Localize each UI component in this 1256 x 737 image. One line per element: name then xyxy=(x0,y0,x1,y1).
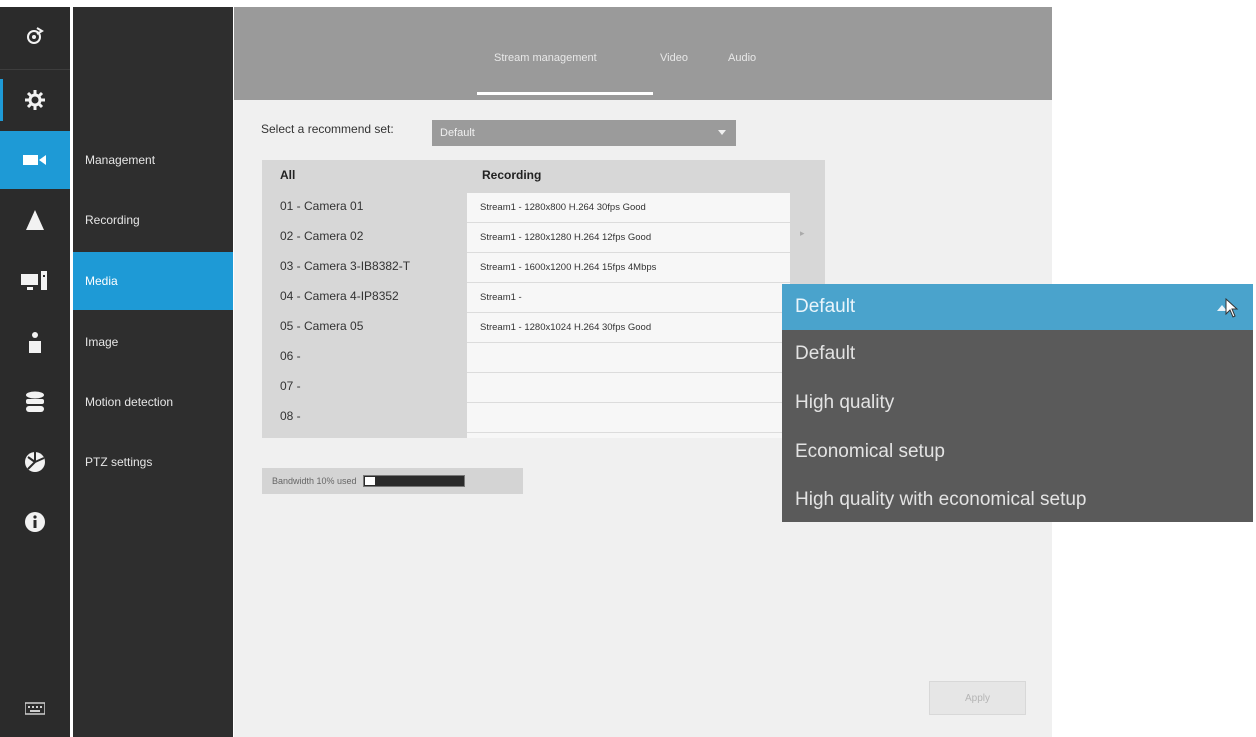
menu-item-label: Recording xyxy=(85,213,140,227)
menu-item-label: Motion detection xyxy=(85,395,174,409)
menu-item-label: PTZ settings xyxy=(85,455,153,469)
recording-stream-select[interactable]: Stream1 - 1280x1024 H.264 30fps Good xyxy=(467,313,790,343)
menu-item-management[interactable]: Management xyxy=(73,131,233,189)
recommend-set-label: Select a recommend set: xyxy=(261,122,394,136)
recording-stream-cells: Stream1 - 1280x800 H.264 30fps Good Stre… xyxy=(467,193,790,438)
menu-item-motion-detection[interactable]: Motion detection xyxy=(73,373,233,431)
camera-stream-table: All Recording 01 - Camera 01 02 - Camera… xyxy=(262,160,825,438)
storage-icon[interactable] xyxy=(0,373,70,431)
dropdown-selected-option[interactable]: Default xyxy=(782,284,1253,330)
camera-name: 03 - Camera 3-IB8382-T xyxy=(280,259,411,273)
camera-name: 04 - Camera 4-IP8352 xyxy=(280,289,399,303)
recording-stream-select[interactable] xyxy=(467,403,790,433)
bandwidth-bar-fill xyxy=(364,477,375,485)
settings-gear-icon[interactable] xyxy=(0,71,70,129)
column-header-recording: Recording xyxy=(482,168,542,182)
menu-item-ptz-settings[interactable]: PTZ settings xyxy=(73,433,233,491)
camera-icon[interactable] xyxy=(0,131,70,189)
recording-stream-select[interactable]: Stream1 - 1600x1200 H.264 15fps 4Mbps xyxy=(467,253,790,283)
tab-video[interactable]: Video xyxy=(660,52,688,64)
recommend-set-value: Default xyxy=(440,127,475,139)
chevron-down-icon xyxy=(718,130,726,135)
recommend-set-dropdown[interactable]: Default xyxy=(432,120,736,146)
camera-name: 05 - Camera 05 xyxy=(280,319,364,333)
dropdown-option[interactable]: Default xyxy=(795,343,855,365)
dropdown-selected-label: Default xyxy=(795,296,856,317)
recording-stream-select[interactable]: Stream1 - 1280x800 H.264 30fps Good xyxy=(467,193,790,223)
keyboard-icon[interactable] xyxy=(0,679,70,737)
bandwidth-bar xyxy=(362,475,465,487)
camera-name: 01 - Camera 01 xyxy=(280,199,364,213)
camera-name: 06 - xyxy=(280,349,301,363)
recording-stream-select[interactable]: Stream1 - 1280x1280 H.264 12fps Good xyxy=(467,223,790,253)
camera-name: 02 - Camera 02 xyxy=(280,229,364,243)
active-tab-indicator xyxy=(477,92,653,95)
menu-item-image[interactable]: Image xyxy=(73,313,233,371)
camera-name: 07 - xyxy=(280,379,301,393)
tab-stream-management[interactable]: Stream management xyxy=(494,52,597,64)
menu-item-recording[interactable]: Recording xyxy=(73,191,233,249)
settings-menu: Management Recording Media Image Motion … xyxy=(73,7,233,737)
apply-button[interactable]: Apply xyxy=(929,681,1026,715)
chevron-right-icon[interactable]: ▸ xyxy=(800,228,805,239)
recommend-set-dropdown-list: Default Default High quality Economical … xyxy=(782,284,1253,522)
mouse-cursor-icon xyxy=(1225,298,1239,318)
display-icon[interactable] xyxy=(0,252,70,310)
tab-audio[interactable]: Audio xyxy=(728,52,756,64)
network-icon[interactable] xyxy=(0,433,70,491)
menu-item-label: Media xyxy=(85,274,118,288)
tab-bar: Stream management Video Audio xyxy=(234,7,1052,100)
alert-icon[interactable] xyxy=(0,191,70,249)
recording-stream-select[interactable] xyxy=(467,373,790,403)
icon-rail xyxy=(0,7,70,737)
menu-item-label: Image xyxy=(85,335,119,349)
logout-icon[interactable] xyxy=(0,7,70,65)
dropdown-option[interactable]: Economical setup xyxy=(795,441,945,463)
user-icon[interactable] xyxy=(0,313,70,371)
dropdown-option[interactable]: High quality xyxy=(795,392,894,414)
menu-item-media[interactable]: Media xyxy=(73,252,233,310)
bandwidth-indicator: Bandwidth 10% used xyxy=(262,468,523,494)
menu-item-label: Management xyxy=(85,153,156,167)
info-icon[interactable] xyxy=(0,493,70,551)
column-header-all[interactable]: All xyxy=(280,168,295,182)
recording-stream-select[interactable] xyxy=(467,343,790,373)
bandwidth-label: Bandwidth 10% used xyxy=(272,476,357,486)
recording-stream-select[interactable]: Stream1 - xyxy=(467,283,790,313)
dropdown-option[interactable]: High quality with economical setup xyxy=(795,489,1087,511)
camera-name: 08 - xyxy=(280,409,301,423)
